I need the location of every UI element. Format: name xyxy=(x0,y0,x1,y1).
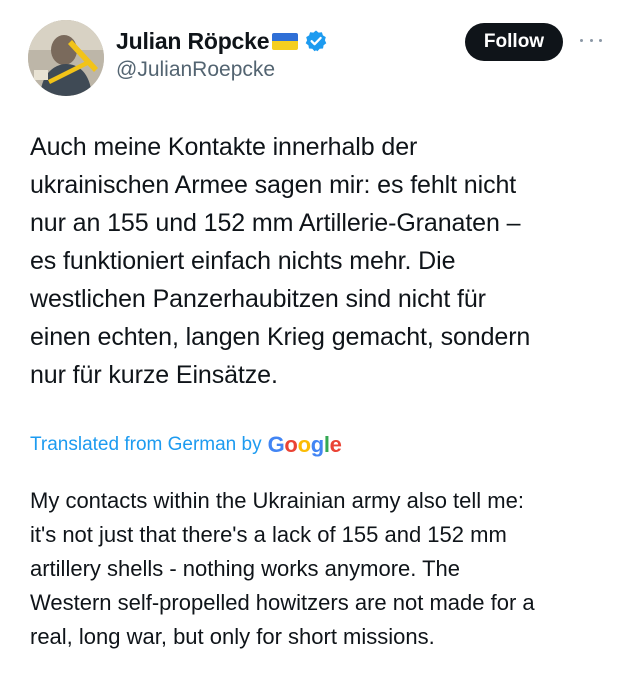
translation-attribution: Translated from German by Google xyxy=(30,428,342,462)
translated-tweet-text: My contacts within the Ukrainian army al… xyxy=(30,488,535,649)
google-logo: Google xyxy=(267,432,342,457)
follow-button[interactable]: Follow xyxy=(465,23,563,61)
ukraine-flag-icon xyxy=(272,32,299,50)
tweet-text: Auch meine Kontakte innerhalb der ukrain… xyxy=(30,133,531,389)
avatar-image xyxy=(28,20,104,96)
translated-from-link[interactable]: Translated from German by xyxy=(30,434,262,456)
author-names: Julian Röpcke @JulianRoepcke xyxy=(116,24,328,82)
display-name[interactable]: Julian Röpcke xyxy=(116,28,270,55)
avatar[interactable] xyxy=(28,20,104,96)
tweet-header: Julian Röpcke @JulianRoepcke Follow xyxy=(28,20,618,96)
tweet-card: Julian Röpcke @JulianRoepcke Follow Auch… xyxy=(0,0,635,680)
display-name-row: Julian Röpcke xyxy=(116,24,328,58)
verified-badge-icon[interactable] xyxy=(304,29,328,53)
author-handle[interactable]: @JulianRoepcke xyxy=(116,58,328,82)
more-horizontal-icon[interactable] xyxy=(580,30,602,50)
